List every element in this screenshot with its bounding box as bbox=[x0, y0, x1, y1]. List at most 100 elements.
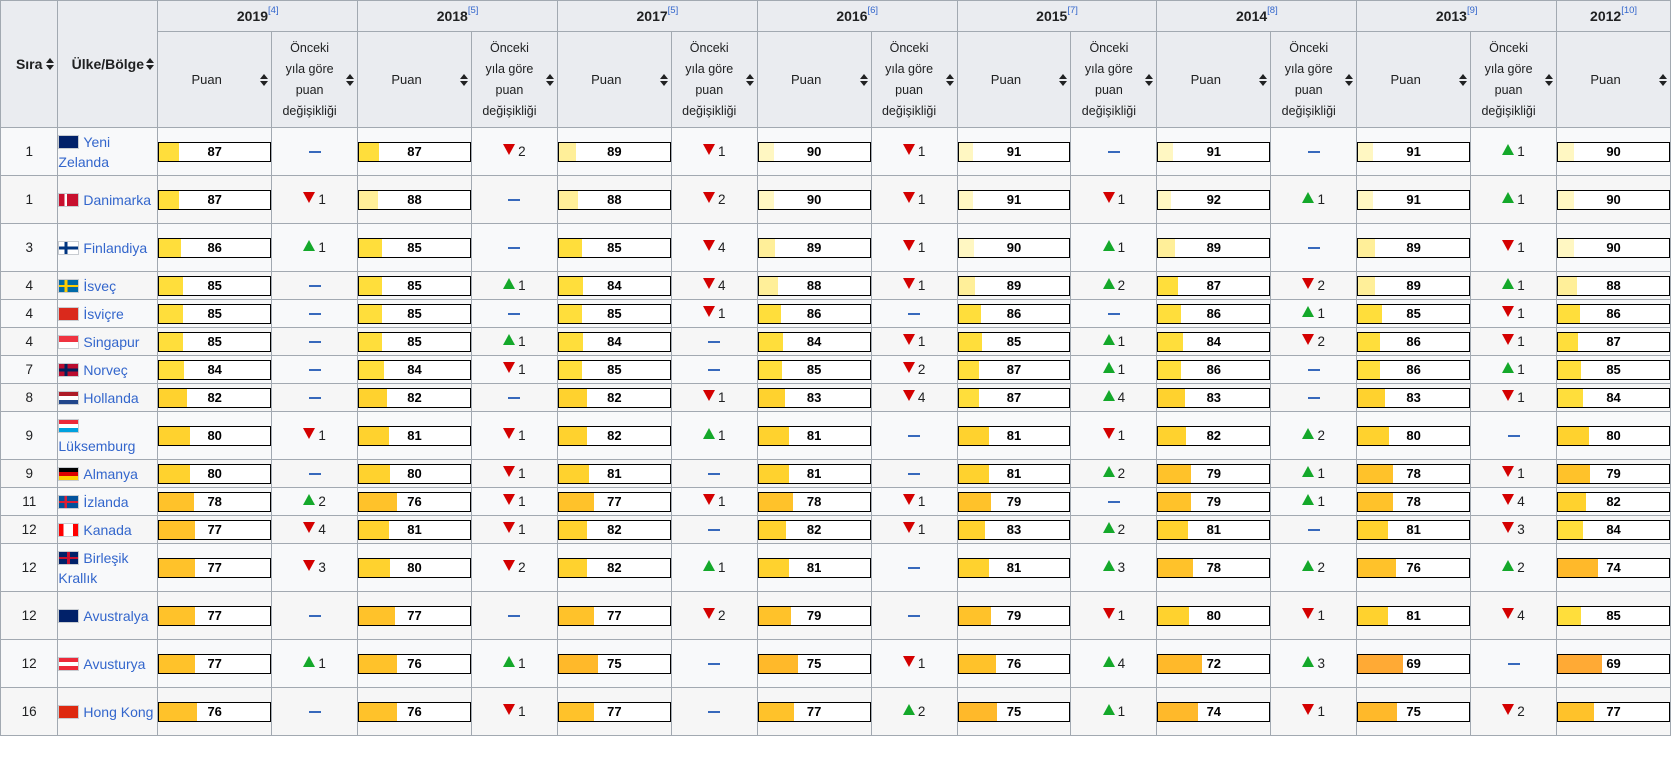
score-column-header-2012[interactable]: Puan bbox=[1556, 31, 1671, 128]
score-column-header-2018[interactable]: Puan bbox=[357, 31, 472, 128]
score-value: 89 bbox=[1406, 239, 1421, 255]
increase-arrow-icon bbox=[503, 656, 516, 667]
sort-icon[interactable] bbox=[659, 73, 668, 86]
change-column-header-2017[interactable]: Önceki yıla göre puan değişikliği bbox=[670, 31, 758, 128]
score-value: 80 bbox=[1606, 427, 1621, 443]
country-link[interactable]: Almanya bbox=[83, 466, 137, 482]
sort-icon[interactable] bbox=[1345, 73, 1354, 86]
table-row: 1 Danimarka 87 1 88 88 2 90 1 91 1 92 1 91 1 90 bbox=[0, 175, 1671, 224]
score-bar: 81 bbox=[757, 557, 871, 578]
score-value: 87 bbox=[1606, 333, 1621, 349]
sort-icon[interactable] bbox=[945, 73, 954, 86]
change-column-header-2015[interactable]: Önceki yıla göre puan değişikliği bbox=[1070, 31, 1158, 128]
country-link[interactable]: Finlandiya bbox=[83, 240, 147, 256]
sort-icon[interactable] bbox=[745, 73, 754, 86]
change-cell bbox=[870, 299, 958, 328]
change-column-header-2018[interactable]: Önceki yıla göre puan değişikliği bbox=[470, 31, 558, 128]
change-value: 1 bbox=[717, 306, 726, 321]
reference-link[interactable]: [7] bbox=[1067, 5, 1078, 16]
change-value: 1 bbox=[1317, 306, 1325, 321]
reference-link[interactable]: [5] bbox=[668, 5, 679, 16]
country-link[interactable]: Singapur bbox=[83, 334, 139, 350]
sort-icon[interactable] bbox=[346, 73, 355, 86]
score-bar: 77 bbox=[757, 701, 871, 722]
score-column-header-2016[interactable]: Puan bbox=[756, 31, 872, 128]
score-cell: 77 bbox=[556, 591, 672, 640]
reference-link[interactable]: [6] bbox=[868, 5, 879, 16]
change-value: 2 bbox=[318, 494, 326, 509]
table-row: 12 Kanada 77 4 81 1 82 82 1 83 2 81 81 3 84 bbox=[0, 515, 1671, 544]
sort-icon[interactable] bbox=[459, 73, 468, 86]
country-link[interactable]: Kanada bbox=[83, 522, 131, 538]
country-link[interactable]: Yeni bbox=[83, 134, 110, 150]
increase-arrow-icon bbox=[702, 560, 715, 571]
score-header-label: Puan bbox=[1190, 72, 1221, 87]
sort-icon[interactable] bbox=[1459, 73, 1468, 86]
change-value: 4 bbox=[917, 390, 926, 405]
sort-icon[interactable] bbox=[260, 73, 269, 86]
country-link[interactable]: İsveç bbox=[83, 278, 116, 294]
score-bar: 83 bbox=[1157, 387, 1271, 408]
change-value: 1 bbox=[917, 144, 926, 159]
score-cell: 82 bbox=[1156, 411, 1272, 460]
decrease-arrow-icon bbox=[503, 466, 516, 477]
change-column-header-2013[interactable]: Önceki yıla göre puan değişikliği bbox=[1470, 31, 1558, 128]
sort-icon[interactable] bbox=[146, 58, 155, 70]
score-cell: 85 bbox=[556, 299, 672, 328]
country-link[interactable]: Krallık bbox=[58, 570, 97, 586]
sort-icon[interactable] bbox=[46, 58, 55, 70]
rank-column-header[interactable]: Sıra bbox=[0, 0, 59, 128]
change-value: 1 bbox=[1317, 192, 1325, 207]
country-link[interactable]: Kong bbox=[121, 704, 154, 720]
country-link[interactable]: İsviçre bbox=[83, 306, 123, 322]
change-column-header-2016[interactable]: Önceki yıla göre puan değişikliği bbox=[870, 31, 958, 128]
score-column-header-2019[interactable]: Puan bbox=[157, 31, 273, 128]
change-value: 2 bbox=[717, 192, 726, 207]
score-bar: 77 bbox=[158, 605, 272, 626]
score-value: 78 bbox=[1406, 493, 1421, 509]
country-link[interactable]: Lüksemburg bbox=[58, 438, 135, 454]
country-link[interactable]: Hong bbox=[83, 704, 116, 720]
change-value: 1 bbox=[1117, 334, 1126, 349]
country-column-header[interactable]: Ülke/Bölge bbox=[57, 0, 159, 128]
change-column-header-2014[interactable]: Önceki yıla göre puan değişikliği bbox=[1270, 31, 1358, 128]
country-link[interactable]: Norveç bbox=[83, 362, 127, 378]
reference-link[interactable]: [10] bbox=[1621, 5, 1637, 16]
country-link[interactable]: İzlanda bbox=[83, 494, 128, 510]
sort-icon[interactable] bbox=[859, 73, 868, 86]
sort-icon[interactable] bbox=[1545, 73, 1554, 86]
country-link[interactable]: Danimarka bbox=[83, 192, 151, 208]
sort-icon[interactable] bbox=[1059, 73, 1068, 86]
sort-icon[interactable] bbox=[1659, 73, 1667, 86]
reference-link[interactable]: [9] bbox=[1467, 5, 1478, 16]
change-cell: 2 bbox=[1070, 459, 1158, 488]
score-column-header-2015[interactable]: Puan bbox=[956, 31, 1072, 128]
change-column-header-2019[interactable]: Önceki yıla göre puan değişikliği bbox=[271, 31, 359, 128]
score-column-header-2017[interactable]: Puan bbox=[556, 31, 672, 128]
score-column-header-2014[interactable]: Puan bbox=[1156, 31, 1272, 128]
sort-icon[interactable] bbox=[1145, 73, 1154, 86]
score-bar: 92 bbox=[1157, 189, 1271, 210]
score-bar: 87 bbox=[1557, 331, 1670, 352]
decrease-arrow-icon bbox=[702, 494, 715, 505]
reference-link[interactable]: [5] bbox=[468, 5, 479, 16]
country-link[interactable]: Zelanda bbox=[58, 154, 109, 170]
score-column-header-2013[interactable]: Puan bbox=[1356, 31, 1472, 128]
country-link[interactable]: Birleşik bbox=[83, 550, 128, 566]
no-change-icon bbox=[1507, 435, 1520, 438]
decrease-arrow-icon bbox=[1502, 240, 1515, 251]
country-link[interactable]: Hollanda bbox=[83, 390, 138, 406]
country-link[interactable]: Avusturya bbox=[83, 656, 145, 672]
score-cell: 78 bbox=[1356, 487, 1472, 516]
country-link[interactable]: Avustralya bbox=[83, 608, 148, 624]
change-cell: 1 bbox=[1070, 411, 1158, 460]
score-bar: 84 bbox=[358, 359, 471, 380]
reference-link[interactable]: [8] bbox=[1267, 5, 1278, 16]
sort-icon[interactable] bbox=[1259, 73, 1268, 86]
no-change-icon bbox=[308, 313, 321, 316]
score-value: 81 bbox=[1006, 465, 1022, 481]
sort-icon[interactable] bbox=[545, 73, 554, 86]
reference-link[interactable]: [4] bbox=[268, 5, 279, 16]
change-cell: 1 bbox=[1470, 175, 1558, 224]
score-bar: 85 bbox=[158, 331, 272, 352]
